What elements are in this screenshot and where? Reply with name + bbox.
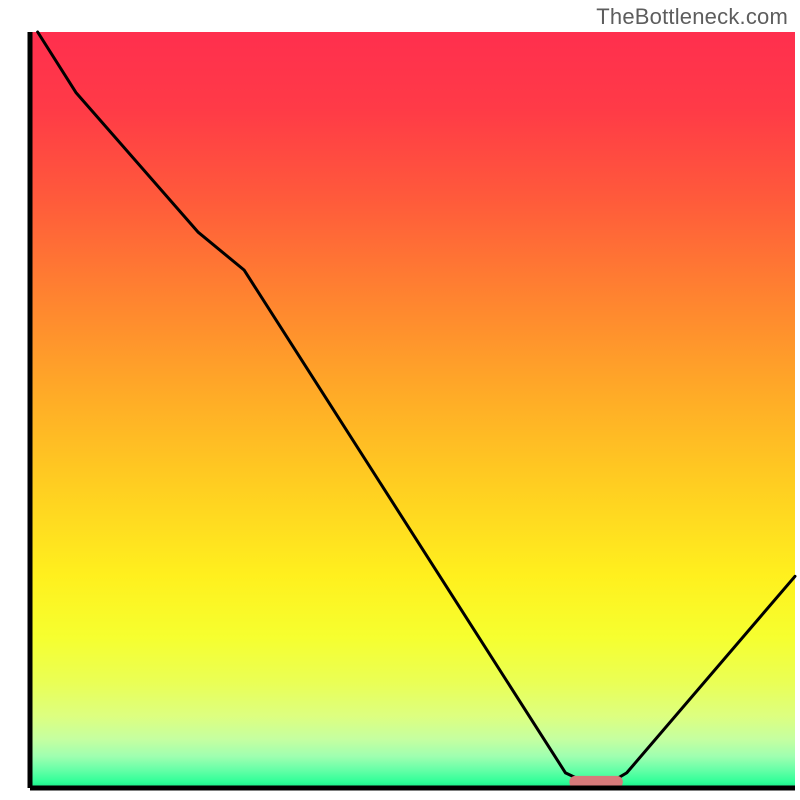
chart-container: { "watermark": "TheBottleneck.com", "cha…	[0, 0, 800, 800]
gradient-background	[30, 32, 795, 788]
bottleneck-chart	[0, 0, 800, 800]
